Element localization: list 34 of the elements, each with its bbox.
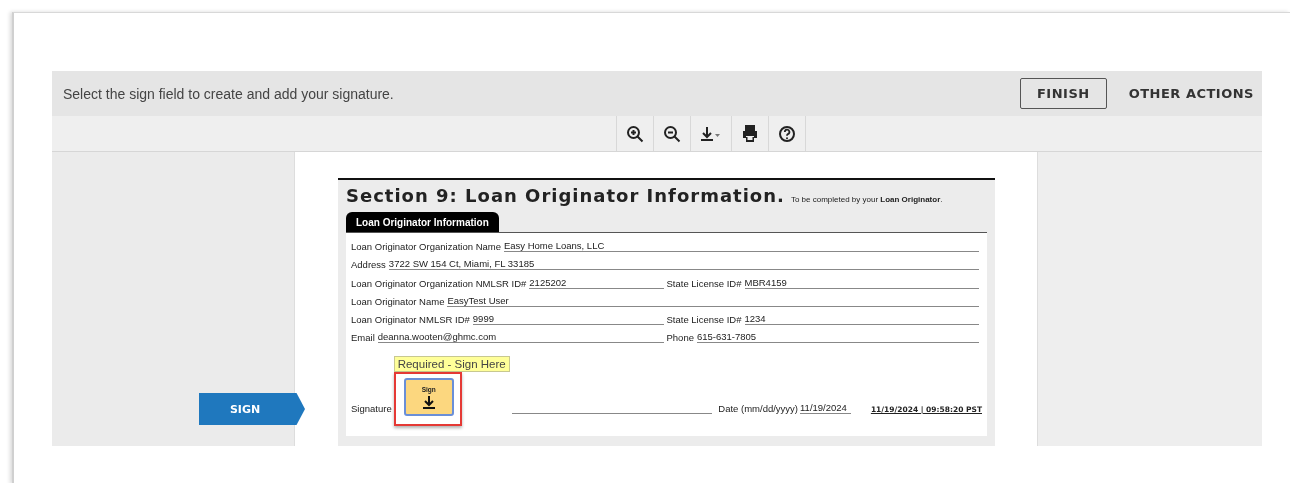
section-note: To be completed by your Loan Originator.: [790, 195, 943, 204]
field-value: Easy Home Loans, LLC: [503, 240, 979, 253]
print-icon[interactable]: [741, 124, 759, 143]
field-value: EasyTest User: [447, 294, 979, 307]
field-value: deanna.wooten@ghmc.com: [377, 331, 664, 344]
field-value: 2125202: [529, 276, 664, 289]
field-label: Phone: [666, 332, 694, 344]
finish-button[interactable]: FINISH: [1020, 78, 1107, 109]
field-label: Loan Originator Organization Name: [351, 241, 501, 253]
zoom-out-icon[interactable]: [663, 124, 681, 143]
sign-tag[interactable]: SIGN: [199, 393, 305, 425]
instruction-text: Select the sign field to create and add your signature.: [63, 85, 395, 102]
field-label: Loan Originator NMLSR ID#: [351, 313, 470, 325]
field-label: State License ID#: [666, 313, 742, 325]
download-icon[interactable]: [700, 124, 722, 143]
zoom-in-icon[interactable]: [626, 124, 644, 143]
field-label: Loan Originator Organization NMLSR ID#: [351, 277, 527, 289]
field-value: 11/19/2024: [800, 402, 851, 415]
field-label: State License ID#: [666, 277, 742, 289]
download-icon: [421, 394, 436, 409]
field-value: 3722 SW 154 Ct, Miami, FL 33185: [388, 258, 979, 271]
field-label: Loan Originator Name: [351, 295, 445, 307]
field-value: MBR4159: [744, 276, 979, 289]
field-value: 615-631-7805: [697, 331, 979, 344]
help-icon[interactable]: [778, 124, 796, 143]
field-value: 1234: [744, 312, 979, 325]
field-value: 9999: [472, 312, 664, 325]
field-label: Email: [351, 332, 375, 344]
section-title: Section 9: Loan Originator Information.: [346, 185, 785, 206]
field-label: Address: [351, 259, 386, 271]
other-actions-button[interactable]: OTHER ACTIONS: [1128, 86, 1254, 101]
field-label: Signature: [351, 403, 392, 415]
field-label: Date (mm/dd/yyyy): [718, 403, 799, 415]
tooltip: Required - Sign Here: [393, 356, 510, 373]
